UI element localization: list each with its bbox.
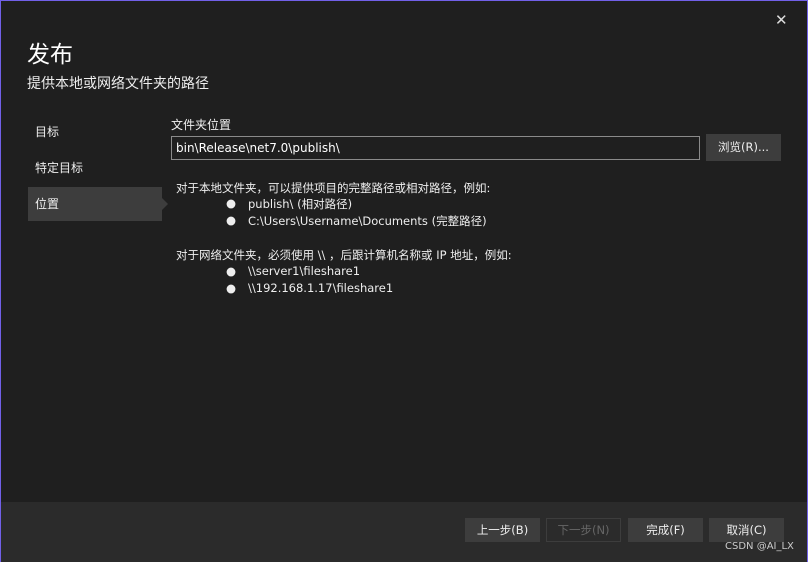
bullet-icon: ● bbox=[226, 213, 237, 227]
list-item: ● \\server1\fileshare1 bbox=[226, 264, 361, 278]
local-help-text: 对于本地文件夹，可以提供项目的完整路径或相对路径，例如: bbox=[176, 181, 491, 195]
next-button: 下一步(N) bbox=[546, 518, 621, 542]
watermark: CSDN @AI_LX bbox=[725, 541, 794, 552]
browse-button[interactable]: 浏览(R)... bbox=[706, 134, 781, 161]
bullet-icon: ● bbox=[226, 281, 237, 295]
back-button[interactable]: 上一步(B) bbox=[465, 518, 540, 542]
step-nav: 目标 特定目标 位置 bbox=[28, 115, 168, 223]
nav-item-specific-target[interactable]: 特定目标 bbox=[28, 151, 162, 185]
example-text: \\192.168.1.17\fileshare1 bbox=[248, 281, 394, 295]
example-text: publish\ (相对路径) bbox=[248, 197, 353, 211]
dialog-title: 发布 bbox=[27, 42, 73, 68]
list-item: ● C:\Users\Username\Documents (完整路径) bbox=[226, 213, 487, 229]
cancel-button[interactable]: 取消(C) bbox=[709, 518, 784, 542]
bullet-icon: ● bbox=[226, 264, 237, 278]
nav-item-location[interactable]: 位置 bbox=[28, 187, 168, 221]
network-help-text: 对于网络文件夹，必须使用 \\ ，后跟计算机名称或 IP 地址，例如: bbox=[176, 248, 512, 262]
folder-location-input[interactable] bbox=[171, 136, 700, 160]
list-item: ● \\192.168.1.17\fileshare1 bbox=[226, 281, 394, 295]
folder-location-label: 文件夹位置 bbox=[171, 118, 232, 132]
finish-button[interactable]: 完成(F) bbox=[628, 518, 703, 542]
close-icon[interactable]: ✕ bbox=[775, 11, 788, 29]
example-text: C:\Users\Username\Documents (完整路径) bbox=[248, 214, 487, 228]
nav-item-target[interactable]: 目标 bbox=[28, 115, 162, 149]
publish-dialog: ✕ 发布 提供本地或网络文件夹的路径 目标 特定目标 位置 文件夹位置 浏览(R… bbox=[0, 0, 808, 562]
bullet-icon: ● bbox=[226, 196, 237, 210]
dialog-subtitle: 提供本地或网络文件夹的路径 bbox=[27, 76, 209, 92]
example-text: \\server1\fileshare1 bbox=[248, 264, 361, 278]
list-item: ● publish\ (相对路径) bbox=[226, 196, 353, 212]
